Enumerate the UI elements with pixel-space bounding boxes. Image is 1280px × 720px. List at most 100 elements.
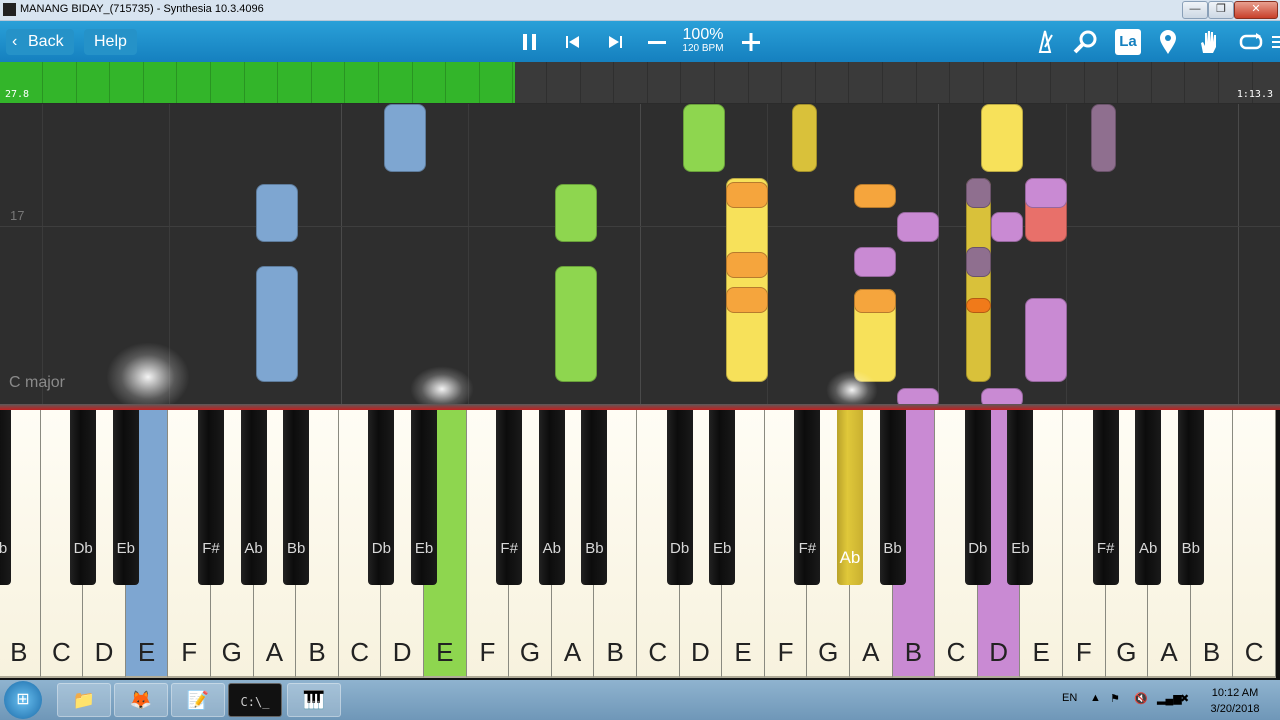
metronome-icon[interactable] xyxy=(1030,27,1060,57)
folder-icon[interactable]: 📁 xyxy=(57,683,111,717)
falling-note xyxy=(966,178,991,382)
white-key-label: E xyxy=(436,637,454,667)
language-indicator[interactable]: EN xyxy=(1062,692,1077,704)
song-progress-bar[interactable]: 27.8 1:13.3 xyxy=(0,62,1280,103)
progress-tick xyxy=(1117,62,1119,103)
wifi-off-icon[interactable]: ✖ xyxy=(1180,692,1189,705)
black-key[interactable]: Bb xyxy=(283,410,310,585)
help-button[interactable]: Help xyxy=(84,29,137,55)
black-key[interactable]: Db xyxy=(368,410,395,585)
progress-tick xyxy=(210,62,211,103)
menu-icon[interactable] xyxy=(1268,27,1280,57)
progress-tick xyxy=(814,62,816,103)
black-key[interactable]: Ab xyxy=(837,410,863,585)
progress-tick xyxy=(1083,62,1085,103)
progress-tick xyxy=(848,62,850,103)
falling-note xyxy=(981,104,1023,172)
speaker-icon[interactable]: 🔇 xyxy=(1134,692,1148,705)
tempo-bpm: 120 BPM xyxy=(682,43,724,54)
progress-tick xyxy=(109,62,111,103)
black-key-label: Db xyxy=(670,540,690,557)
progress-tick xyxy=(142,62,144,103)
black-key-label: F# xyxy=(202,540,220,557)
black-key[interactable]: Db xyxy=(666,410,693,585)
falling-note xyxy=(897,388,939,404)
falling-note xyxy=(1091,104,1116,172)
pause-icon[interactable] xyxy=(515,27,545,57)
black-key-label: F# xyxy=(1096,540,1115,557)
black-key[interactable]: Ab xyxy=(538,410,565,585)
start-button[interactable]: ⊞ xyxy=(4,681,42,719)
total-time: 1:13.3 xyxy=(1236,89,1273,100)
search-icon[interactable] xyxy=(1071,27,1101,57)
piano-keyboard: BCDEFGABCDEFGABCDEFGABCDEFGABCBbDbEbF#Ab… xyxy=(0,410,1280,680)
white-key-label: C xyxy=(1244,637,1264,667)
tray-arrow-icon[interactable]: ▲ xyxy=(1090,692,1101,704)
hand-icon[interactable] xyxy=(1194,27,1224,57)
minus-icon[interactable] xyxy=(642,27,672,57)
white-key[interactable]: C xyxy=(1233,410,1276,678)
clock-time[interactable]: 10:12 AM xyxy=(1200,687,1270,699)
skip-back-icon[interactable] xyxy=(558,27,588,57)
firefox-icon[interactable]: 🦊 xyxy=(114,683,168,717)
clock-date[interactable]: 3/20/2018 xyxy=(1200,703,1270,715)
black-key[interactable]: Db xyxy=(70,410,97,585)
notepad-icon[interactable]: 📝 xyxy=(171,683,225,717)
black-key[interactable]: F# xyxy=(794,410,821,585)
falling-note xyxy=(256,266,298,382)
white-key-label: D xyxy=(691,637,710,667)
tray-action-icon[interactable]: ⚑ xyxy=(1110,692,1120,705)
falling-note xyxy=(966,247,991,277)
la-icon[interactable]: La xyxy=(1115,29,1141,55)
progress-tick xyxy=(982,62,984,103)
black-key[interactable]: Ab xyxy=(1135,410,1162,585)
black-key[interactable]: Ab xyxy=(240,410,267,585)
falling-note xyxy=(991,212,1023,242)
white-key-label: C xyxy=(946,637,966,667)
cmd-icon[interactable]: C:\_ xyxy=(228,683,282,717)
minimize-button[interactable]: — xyxy=(1182,1,1208,19)
white-key-label: G xyxy=(1116,637,1137,667)
progress-tick xyxy=(1016,62,1018,103)
progress-tick xyxy=(411,62,413,103)
black-key-label: Bb xyxy=(585,540,604,557)
falling-note xyxy=(726,178,768,382)
black-key[interactable]: Bb xyxy=(879,410,906,585)
skip-forward-icon[interactable] xyxy=(600,27,630,57)
falling-note xyxy=(1025,178,1067,208)
white-key-label: G xyxy=(519,637,541,667)
black-key[interactable]: Bb xyxy=(581,410,608,585)
falling-note xyxy=(384,104,426,172)
black-key[interactable]: Eb xyxy=(112,410,139,585)
black-key-label: F# xyxy=(500,540,518,557)
black-key[interactable]: Db xyxy=(964,410,991,585)
plus-icon[interactable] xyxy=(736,27,766,57)
network-icon[interactable]: ▂▄▆ xyxy=(1157,692,1182,705)
progress-tick xyxy=(344,62,346,103)
loop-icon[interactable] xyxy=(1236,27,1266,57)
black-key[interactable]: F# xyxy=(1092,410,1119,585)
speed-display[interactable]: 100% 120 BPM xyxy=(676,26,730,55)
black-key[interactable]: F# xyxy=(198,410,224,585)
close-button[interactable]: ✕ xyxy=(1234,1,1278,19)
falling-note xyxy=(897,212,939,242)
synthesia-icon[interactable]: 🎹 xyxy=(287,683,341,717)
key-signature-label: C major xyxy=(9,374,66,391)
back-button[interactable]: ‹ Back xyxy=(6,29,74,55)
window-title-bar: MANANG BIDAY_(715735) - Synthesia 10.3.4… xyxy=(0,0,1280,21)
progress-tick xyxy=(42,62,43,103)
app-icon xyxy=(3,3,16,16)
location-pin-icon[interactable] xyxy=(1153,27,1183,57)
black-key[interactable]: F# xyxy=(496,410,523,585)
maximize-button[interactable]: ❐ xyxy=(1208,1,1234,19)
black-key[interactable]: Eb xyxy=(411,410,437,585)
black-key[interactable]: Eb xyxy=(709,410,736,585)
white-key-label: A xyxy=(563,637,582,667)
black-key[interactable]: Bb xyxy=(0,410,11,585)
black-key[interactable]: Bb xyxy=(1177,410,1204,585)
white-key-label: B xyxy=(10,637,28,667)
white-key-label: B xyxy=(308,637,326,667)
black-key-label: Db xyxy=(73,540,93,557)
progress-tick xyxy=(512,62,514,103)
black-key[interactable]: Eb xyxy=(1007,410,1034,585)
